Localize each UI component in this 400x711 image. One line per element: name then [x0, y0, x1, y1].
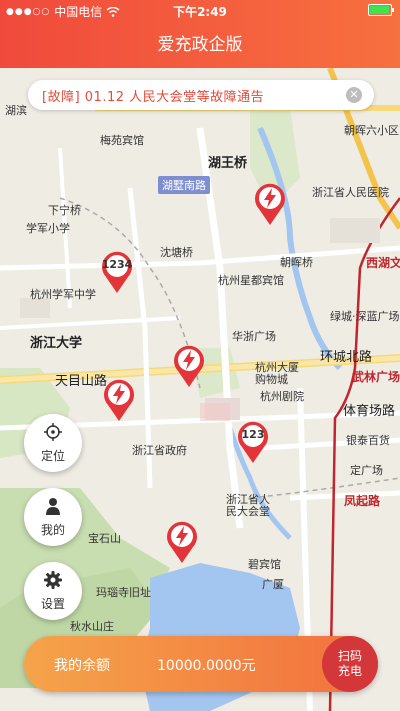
map-label: 沈塘桥	[160, 246, 193, 259]
charging-station-marker[interactable]	[102, 378, 136, 422]
map-label: 宝石山	[88, 532, 121, 545]
map-label: 定广场	[350, 464, 383, 477]
charging-station-marker[interactable]	[172, 344, 206, 388]
scan-label-1: 扫码	[337, 649, 362, 663]
map-label: 湖滨	[5, 104, 27, 117]
status-time: 下午2:49	[173, 5, 227, 19]
marker-count: 1234	[101, 258, 133, 271]
map-pin-icon	[102, 251, 132, 293]
settings-label: 设置	[40, 597, 65, 611]
scan-label-2: 充电	[337, 664, 362, 678]
map-label: 学军小学	[26, 222, 70, 235]
charging-station-marker[interactable]	[165, 520, 199, 564]
map-label: 凤起路	[344, 494, 381, 508]
locate-label: 定位	[40, 449, 65, 463]
charging-station-marker[interactable]	[253, 182, 287, 226]
map-label: 武林广场	[352, 370, 400, 384]
balance-value: 10000.0000元	[157, 658, 256, 674]
map-pin-icon	[167, 521, 197, 563]
map-label: 浙江省政府	[132, 444, 187, 457]
map-label: 碧宾馆	[248, 558, 281, 571]
map-label: 天目山路	[55, 374, 108, 389]
status-bar: ●●●○○ 中国电信 下午2:49	[0, 0, 400, 22]
map-label: 浙江大学	[30, 336, 83, 351]
charging-station-marker[interactable]: 123	[236, 420, 270, 464]
map-pin-icon	[238, 421, 268, 463]
locate-button[interactable]: 定位	[24, 414, 82, 472]
map-label: 湖墅南路	[158, 176, 210, 194]
charging-station-marker[interactable]: 1234	[100, 250, 134, 294]
map-label: 杭州大厦 购物城	[255, 361, 299, 386]
page-title: 爱充政企版	[0, 22, 400, 68]
battery-icon	[368, 4, 394, 16]
map-pin-icon	[104, 379, 134, 421]
person-icon	[46, 498, 60, 515]
battery-fill	[370, 6, 389, 14]
map-label: 绿城·深蓝广场	[330, 310, 400, 323]
fault-notice-bar[interactable]: [故障] 01.12 人民大会堂等故障通告 ✕	[28, 80, 374, 110]
map-label: 杭州星都宾馆	[218, 274, 284, 287]
map-label: 环城北路	[320, 350, 373, 365]
mine-label: 我的	[40, 523, 65, 537]
map-label: 广厦	[262, 578, 284, 591]
balance-bar[interactable]: 我的余额 10000.0000元 扫码 充电	[24, 636, 378, 692]
status-right	[368, 4, 394, 16]
map-label: 杭州剧院	[260, 390, 304, 403]
marker-count: 123	[241, 428, 265, 441]
map-label: 湖王桥	[208, 156, 248, 171]
notice-text[interactable]: [故障] 01.12 人民大会堂等故障通告	[42, 86, 264, 105]
close-icon[interactable]: ✕	[346, 87, 362, 103]
map-pin-icon	[174, 345, 204, 387]
map-label: 杭州学军中学	[30, 288, 96, 301]
map-pin-icon	[255, 183, 285, 225]
map-label: 下宁桥	[48, 204, 81, 217]
balance-label: 我的余额	[54, 658, 110, 674]
map-label: 浙江省人 民大会堂	[226, 493, 270, 518]
map-label: 体育场路	[343, 404, 396, 419]
map-label: 梅苑宾馆	[100, 134, 144, 147]
settings-button[interactable]: 设置	[24, 562, 82, 620]
map-label: 秋水山庄	[70, 620, 114, 633]
scan-charge-button[interactable]: 扫码 充电	[322, 636, 378, 692]
map-label: 浙江省人民医院	[312, 186, 389, 199]
crosshair-icon	[44, 423, 62, 441]
map-label: 华浙广场	[232, 330, 276, 343]
map-label: 银泰百货	[346, 434, 390, 447]
map-label: 西湖文	[366, 256, 400, 270]
map-label: 朝晖桥	[280, 256, 313, 269]
mine-button[interactable]: 我的	[24, 488, 82, 546]
map-label: 朝晖六小区	[344, 124, 399, 137]
gear-icon	[44, 571, 62, 589]
map-label: 玛瑙寺旧址	[96, 586, 151, 599]
